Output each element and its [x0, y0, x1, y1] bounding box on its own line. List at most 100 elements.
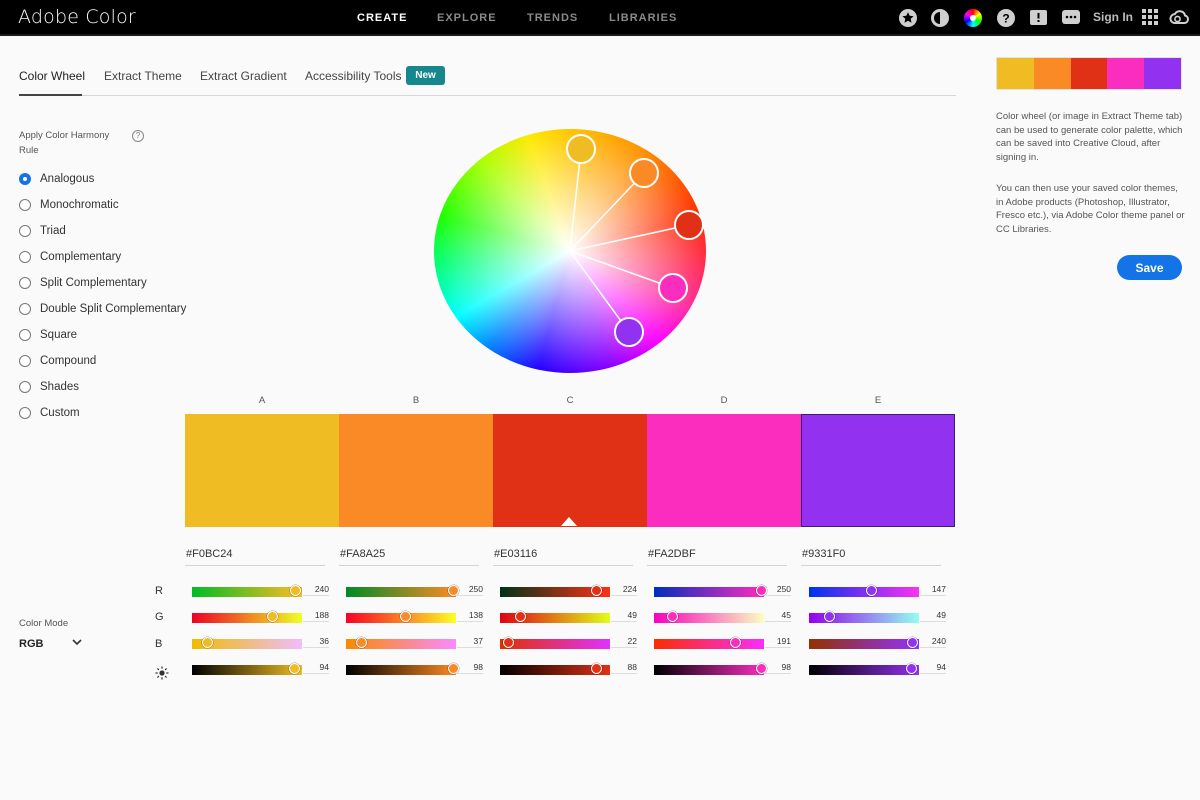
- slider-value-b-c[interactable]: 22: [611, 636, 637, 648]
- slider-value-g-a[interactable]: 188: [303, 610, 329, 622]
- slider-value-brightness-c[interactable]: 88: [611, 662, 637, 674]
- slider-value-r-a[interactable]: 240: [303, 584, 329, 596]
- radio-icon[interactable]: [19, 381, 31, 393]
- slider-r-c[interactable]: [500, 585, 610, 597]
- moon-icon[interactable]: [931, 9, 949, 27]
- harmony-option-compound[interactable]: Compound: [19, 353, 96, 369]
- slider-value-b-d[interactable]: 191: [765, 636, 791, 648]
- app-logo-title[interactable]: Adobe Color: [18, 6, 136, 28]
- hex-input-d[interactable]: #FA2DBF: [647, 548, 787, 566]
- slider-knob[interactable]: [590, 585, 602, 596]
- save-button[interactable]: Save: [1117, 255, 1182, 280]
- color-wheel[interactable]: [433, 128, 707, 374]
- radio-icon[interactable]: [19, 199, 31, 211]
- slider-value-b-b[interactable]: 37: [457, 636, 483, 648]
- radio-icon[interactable]: [19, 303, 31, 315]
- slider-brightness-e[interactable]: [809, 663, 919, 675]
- harmony-option-split-complementary[interactable]: Split Complementary: [19, 275, 147, 291]
- chevron-down-icon[interactable]: [72, 637, 82, 650]
- slider-knob[interactable]: [906, 637, 918, 648]
- harmony-option-complementary[interactable]: Complementary: [19, 249, 121, 265]
- harmony-help-icon[interactable]: ?: [132, 130, 144, 142]
- nav-libraries[interactable]: LIBRARIES: [609, 12, 677, 24]
- slider-brightness-c[interactable]: [500, 663, 610, 675]
- slider-value-r-b[interactable]: 250: [457, 584, 483, 596]
- sign-in-link[interactable]: Sign In: [1093, 10, 1133, 24]
- slider-value-g-b[interactable]: 138: [457, 610, 483, 622]
- slider-knob[interactable]: [201, 637, 213, 648]
- slider-knob[interactable]: [515, 611, 527, 622]
- slider-b-d[interactable]: [654, 637, 764, 649]
- slider-value-brightness-b[interactable]: 98: [457, 662, 483, 674]
- apps-grid-icon[interactable]: [1142, 9, 1160, 27]
- slider-knob[interactable]: [267, 611, 279, 622]
- slider-b-e[interactable]: [809, 637, 919, 649]
- harmony-option-monochromatic[interactable]: Monochromatic: [19, 197, 119, 213]
- radio-icon[interactable]: [19, 277, 31, 289]
- slider-brightness-d[interactable]: [654, 663, 767, 675]
- slider-r-e[interactable]: [809, 585, 919, 597]
- harmony-option-square[interactable]: Square: [19, 327, 77, 343]
- harmony-option-custom[interactable]: Custom: [19, 405, 80, 421]
- slider-knob[interactable]: [355, 637, 367, 648]
- slider-value-brightness-e[interactable]: 94: [920, 662, 946, 674]
- slider-g-d[interactable]: [654, 611, 764, 623]
- slider-value-r-c[interactable]: 224: [611, 584, 637, 596]
- slider-brightness-a[interactable]: [192, 663, 302, 675]
- slider-g-a[interactable]: [192, 611, 302, 623]
- hex-input-c[interactable]: #E03116: [493, 548, 633, 566]
- slider-value-brightness-d[interactable]: 98: [765, 662, 791, 674]
- slider-g-c[interactable]: [500, 611, 610, 623]
- radio-icon[interactable]: [19, 225, 31, 237]
- creative-cloud-icon[interactable]: [1168, 9, 1190, 27]
- swatch-d[interactable]: [647, 414, 801, 527]
- harmony-option-double-split-complementary[interactable]: Double Split Complementary: [19, 301, 186, 317]
- slider-value-g-d[interactable]: 45: [765, 610, 791, 622]
- tab-extract-gradient[interactable]: Extract Gradient: [200, 69, 287, 83]
- radio-icon[interactable]: [19, 251, 31, 263]
- slider-knob[interactable]: [667, 611, 679, 622]
- swatch-c[interactable]: [493, 414, 647, 527]
- slider-b-c[interactable]: [500, 637, 610, 649]
- chat-icon[interactable]: [1062, 10, 1080, 24]
- slider-value-g-c[interactable]: 49: [611, 610, 637, 622]
- slider-value-r-e[interactable]: 147: [920, 584, 946, 596]
- slider-b-a[interactable]: [192, 637, 302, 649]
- harmony-option-analogous[interactable]: Analogous: [19, 171, 94, 187]
- feedback-icon[interactable]: [1030, 10, 1047, 25]
- tab-color-wheel[interactable]: Color Wheel: [19, 69, 85, 83]
- nav-create[interactable]: CREATE: [357, 12, 407, 24]
- nav-explore[interactable]: EXPLORE: [437, 12, 497, 24]
- slider-knob[interactable]: [906, 663, 918, 674]
- radio-icon[interactable]: [19, 329, 31, 341]
- slider-g-b[interactable]: [346, 611, 456, 623]
- slider-r-b[interactable]: [346, 585, 459, 597]
- slider-r-a[interactable]: [192, 585, 302, 597]
- slider-value-b-e[interactable]: 240: [920, 636, 946, 648]
- slider-brightness-b[interactable]: [346, 663, 459, 675]
- radio-selected-icon[interactable]: [19, 173, 31, 185]
- slider-knob[interactable]: [730, 637, 742, 648]
- slider-knob[interactable]: [399, 611, 411, 622]
- harmony-option-triad[interactable]: Triad: [19, 223, 66, 239]
- tab-accessibility-tools[interactable]: Accessibility Tools: [305, 69, 401, 83]
- slider-g-e[interactable]: [809, 611, 919, 623]
- color-mode-select[interactable]: RGB: [19, 638, 43, 650]
- nav-trends[interactable]: TRENDS: [527, 12, 578, 24]
- slider-knob[interactable]: [503, 637, 515, 648]
- radio-icon[interactable]: [19, 355, 31, 367]
- slider-value-brightness-a[interactable]: 94: [303, 662, 329, 674]
- slider-value-g-e[interactable]: 49: [920, 610, 946, 622]
- swatch-a[interactable]: [185, 414, 339, 527]
- hex-input-a[interactable]: #F0BC24: [185, 548, 325, 566]
- help-icon[interactable]: ?: [997, 9, 1015, 27]
- hex-input-e[interactable]: #9331F0: [801, 548, 941, 566]
- star-icon[interactable]: [899, 9, 917, 27]
- slider-knob[interactable]: [824, 611, 836, 622]
- harmony-option-shades[interactable]: Shades: [19, 379, 79, 395]
- radio-icon[interactable]: [19, 407, 31, 419]
- slider-r-d[interactable]: [654, 585, 767, 597]
- slider-knob[interactable]: [590, 663, 602, 674]
- slider-knob[interactable]: [289, 585, 301, 596]
- swatch-b[interactable]: [339, 414, 493, 527]
